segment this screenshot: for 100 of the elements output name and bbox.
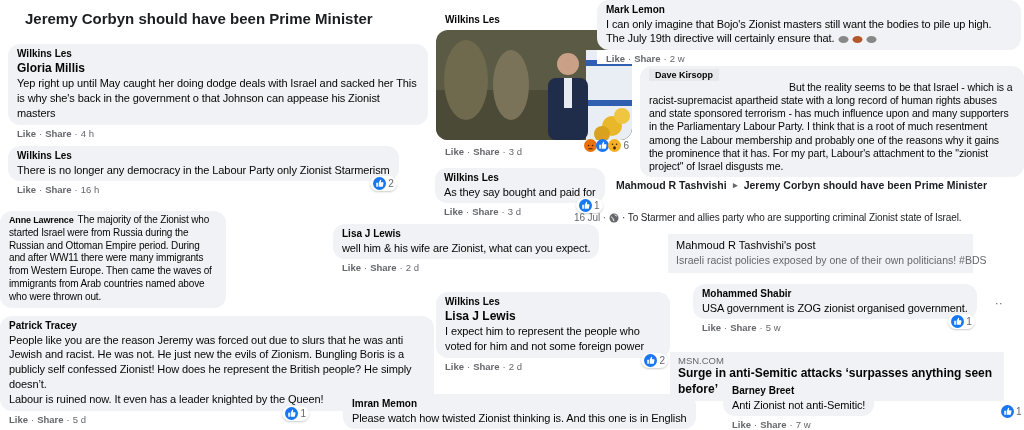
comment-time: 3 d <box>508 145 522 157</box>
more-dots[interactable]: ·· <box>994 296 1003 310</box>
separator-dot: · <box>759 322 763 334</box>
comment-author[interactable]: Wilkins Les <box>17 47 72 61</box>
comment-author[interactable]: Dave Kirsopp <box>649 69 720 81</box>
group-name[interactable]: Jeremy Corbyn should have been Prime Minister <box>743 179 987 191</box>
separator-dot: · <box>364 262 368 274</box>
separator-dot: · <box>39 184 43 196</box>
comment-author[interactable]: Wilkins Les <box>445 13 500 27</box>
share-link[interactable]: Share <box>730 322 757 334</box>
like-link[interactable]: Like <box>342 262 361 274</box>
separator-dot: · <box>74 184 78 196</box>
share-link[interactable]: Share <box>472 206 499 218</box>
comment-text: USA government is ZOG zionist organised government. <box>702 300 968 316</box>
post-author[interactable]: Mahmoud R Tashvishi <box>616 179 727 191</box>
share-link[interactable]: Share <box>473 361 500 372</box>
comment-text: Anne Lawrence The majority of the Zionist who started Israel were from Russia during the Russian and Ottoman Empire period. During and after WW11 there were many immigrants from Western Europe. Then came the waves of immigrants from Arab countries named above who were thrown out. <box>9 214 213 304</box>
separator-dot: · <box>467 145 471 157</box>
angry-face-icon <box>584 138 598 152</box>
comment-author[interactable]: Mohammed Shabir <box>702 287 792 301</box>
separator-dot: · <box>399 262 403 274</box>
link-title: Surge in anti-Semitic attacks ‘surpasses anything seen <box>678 366 993 382</box>
like-link[interactable]: Like <box>606 53 625 65</box>
comment-text: Labour is ruined now. It even has a leader knighted by the Queen! <box>9 392 324 408</box>
share-link[interactable]: Share <box>473 145 500 157</box>
reaction-count[interactable]: 1 <box>576 198 603 214</box>
comment-author[interactable]: Mark Lemon <box>606 3 665 17</box>
separator-dot: · <box>467 361 471 372</box>
comment-author[interactable]: Wilkins Les <box>445 295 500 309</box>
comment-text: As they say bought and paid for <box>444 184 596 200</box>
comment-text: But the reality seems to be that Israel - which is a racist-supremacist apartheid state with a long record of human rights abuses and state sponsored terrorism - has much influence upon and many supporters in the Parliamentary Labour Party. I think that is a root of much resentment among the Labour membership and probably one of the reasons why it gains the prominence that it has. For my part, Labour's attachment to the "zionist project" of Israel disgusts me. <box>649 81 1014 173</box>
share-link[interactable]: Share <box>760 419 787 430</box>
post-date[interactable]: 16 Jul · <box>574 212 606 223</box>
separator-dot: · <box>501 206 505 218</box>
comment-text: I can only imagine that Bojo's Zionist masters still want the bodies to pile up high. The July 19th directive will certainly ensure that. <box>606 16 993 47</box>
share-link[interactable]: Share <box>370 262 397 274</box>
like-link[interactable]: Like <box>445 361 464 372</box>
reaction-count[interactable]: 2 <box>370 176 397 192</box>
post-heading: Jeremy Corbyn should have been Prime Minister <box>25 10 373 27</box>
like-link[interactable]: Like <box>445 145 464 157</box>
arrow-glyph: ▸ <box>732 180 738 190</box>
comment-time: 2 d <box>405 262 419 274</box>
share-link[interactable]: Share <box>37 414 64 426</box>
comment-text: well him & his wife are Zionist, what can you expect. <box>342 240 591 256</box>
comment-author[interactable]: Patrick Tracey <box>9 319 77 333</box>
like-icon <box>596 138 610 152</box>
comment-author[interactable]: Barney Breet <box>732 384 795 398</box>
like-icon <box>285 407 299 421</box>
share-link[interactable]: Share <box>45 184 72 196</box>
separator-dot: · <box>466 206 470 218</box>
comment-author[interactable]: Imran Memon <box>352 397 417 411</box>
separator-dot: · <box>754 419 758 430</box>
comment-time: 5 w <box>765 322 781 334</box>
comment-author[interactable]: Wilkins Les <box>444 171 499 185</box>
share-link[interactable]: Share <box>45 127 72 139</box>
globe-icon <box>609 212 619 223</box>
post-text: · To Starmer and allies party who are supporting criminal Zionist state of Israel. <box>622 212 962 223</box>
comment-time: 2 w <box>669 53 685 65</box>
comment-author[interactable]: Wilkins Les <box>17 149 72 163</box>
separator-dot: · <box>502 145 506 157</box>
link-title: before’ <box>678 381 718 398</box>
separator-dot: · <box>724 322 728 334</box>
reply-name[interactable]: Gloria Millis <box>17 60 85 77</box>
comment-time: 3 d <box>507 206 521 218</box>
reaction-count[interactable]: 1 <box>948 314 975 330</box>
reply-name[interactable]: Lisa J Lewis <box>445 308 516 325</box>
comment-text: People like you are the reason Jeremy was forced out due to slurs that he was anti Jewish and racist. He was not. He just new the evils of Zionism. Bungling Boris is a publicly self confessed Zionist! How does he represent the British people? He simply doesn’t. <box>9 332 413 393</box>
like-link[interactable]: Like <box>9 414 28 426</box>
like-icon <box>951 315 965 329</box>
separator-dot: · <box>39 127 43 139</box>
comment-author[interactable]: Lisa J Lewis <box>342 227 401 241</box>
separator-dot: · <box>502 361 506 372</box>
surprised-face-icon <box>608 138 622 152</box>
separator-dot: · <box>31 414 35 426</box>
comment-time: 2 d <box>508 361 522 372</box>
comment-text: Yep right up until May caught her doing dodge deals with Israel and sacked her This is why she's back in the government o that Johnson can appease his Zionist masters <box>17 76 418 121</box>
comment-text: I expect him to represent the people who voted for him and not some foreign power <box>445 324 645 354</box>
comment-time: 4 h <box>80 127 94 139</box>
reaction-count[interactable]: 2 <box>641 353 668 368</box>
reaction-count[interactable]: 1 <box>998 404 1024 419</box>
like-icon <box>373 177 387 191</box>
like-icon <box>644 354 658 367</box>
like-link[interactable]: Like <box>444 206 463 218</box>
share-link[interactable]: Share <box>634 53 661 65</box>
like-link[interactable]: Like <box>17 184 36 196</box>
like-link[interactable]: Like <box>732 419 751 430</box>
comment-text: Please watch how twisted Zionist thinking is. And this one is in English <box>352 410 687 426</box>
separator-dot: · <box>628 53 632 65</box>
separator-dot: · <box>789 419 793 430</box>
separator-dot: · <box>66 414 70 426</box>
comment-time: 7 w <box>795 419 811 430</box>
separator-dot: · <box>663 53 667 65</box>
like-link[interactable]: Like <box>17 127 36 139</box>
comment-text: There is no longer any democracy in the Labour Party only Zionist Starmerism <box>17 162 390 178</box>
reaction-count[interactable]: 1 <box>282 406 309 422</box>
comment-time: 16 h <box>80 184 100 196</box>
reaction-count[interactable]: 6 <box>581 137 632 153</box>
link-source: MSN.COM <box>678 355 724 366</box>
like-link[interactable]: Like <box>702 322 721 334</box>
shared-post-title: Mahmoud R Tashvishi's post <box>676 238 816 253</box>
